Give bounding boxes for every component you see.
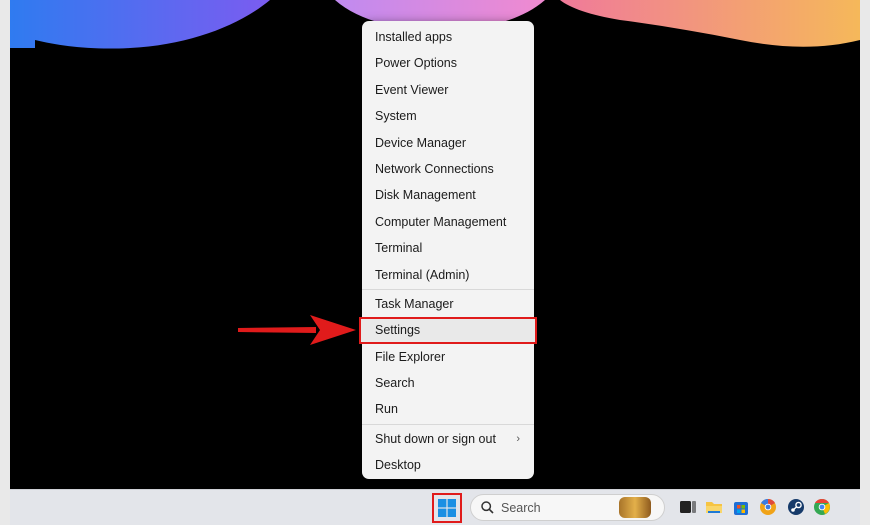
winx-context-menu: Installed apps Power Options Event Viewe…: [359, 21, 537, 479]
red-pointer-arrow-icon: [238, 315, 356, 345]
right-edge: [860, 0, 870, 525]
menu-item-desktop[interactable]: Desktop: [362, 452, 534, 478]
menu-item-computer-management[interactable]: Computer Management: [362, 209, 534, 235]
menu-item-task-manager[interactable]: Task Manager: [362, 291, 534, 317]
menu-item-search[interactable]: Search: [362, 370, 534, 396]
chrome-icon[interactable]: [813, 498, 831, 516]
menu-item-shut-down-or-sign-out[interactable]: Shut down or sign out ›: [362, 426, 534, 452]
windows-logo-icon: [438, 499, 456, 517]
menu-item-disk-management[interactable]: Disk Management: [362, 182, 534, 208]
search-highlight-image: [619, 497, 651, 518]
menu-item-terminal[interactable]: Terminal: [362, 235, 534, 261]
menu-item-installed-apps[interactable]: Installed apps: [362, 24, 534, 50]
steam-icon[interactable]: [787, 498, 805, 516]
search-icon: [481, 501, 494, 514]
menu-item-terminal-admin[interactable]: Terminal (Admin): [362, 262, 534, 288]
taskbar-search-box[interactable]: Search: [470, 494, 665, 521]
start-button[interactable]: [432, 493, 462, 523]
menu-separator: [362, 423, 534, 425]
microsoft-store-icon[interactable]: [732, 498, 750, 516]
menu-item-device-manager[interactable]: Device Manager: [362, 130, 534, 156]
taskbar: Search: [10, 489, 860, 525]
menu-item-file-explorer[interactable]: File Explorer: [362, 344, 534, 370]
menu-item-label: Shut down or sign out: [375, 431, 496, 446]
file-explorer-icon[interactable]: [705, 498, 723, 516]
menu-separator: [362, 288, 534, 290]
menu-item-system[interactable]: System: [362, 103, 534, 129]
menu-item-run[interactable]: Run: [362, 396, 534, 422]
menu-item-network-connections[interactable]: Network Connections: [362, 156, 534, 182]
menu-item-settings[interactable]: Settings: [359, 317, 537, 344]
task-view-icon[interactable]: [679, 498, 697, 516]
chrome-canary-icon[interactable]: [759, 498, 777, 516]
menu-item-power-options[interactable]: Power Options: [362, 50, 534, 76]
menu-item-event-viewer[interactable]: Event Viewer: [362, 77, 534, 103]
search-placeholder: Search: [501, 501, 541, 515]
chevron-right-icon: ›: [516, 432, 520, 445]
left-edge: [0, 0, 10, 525]
